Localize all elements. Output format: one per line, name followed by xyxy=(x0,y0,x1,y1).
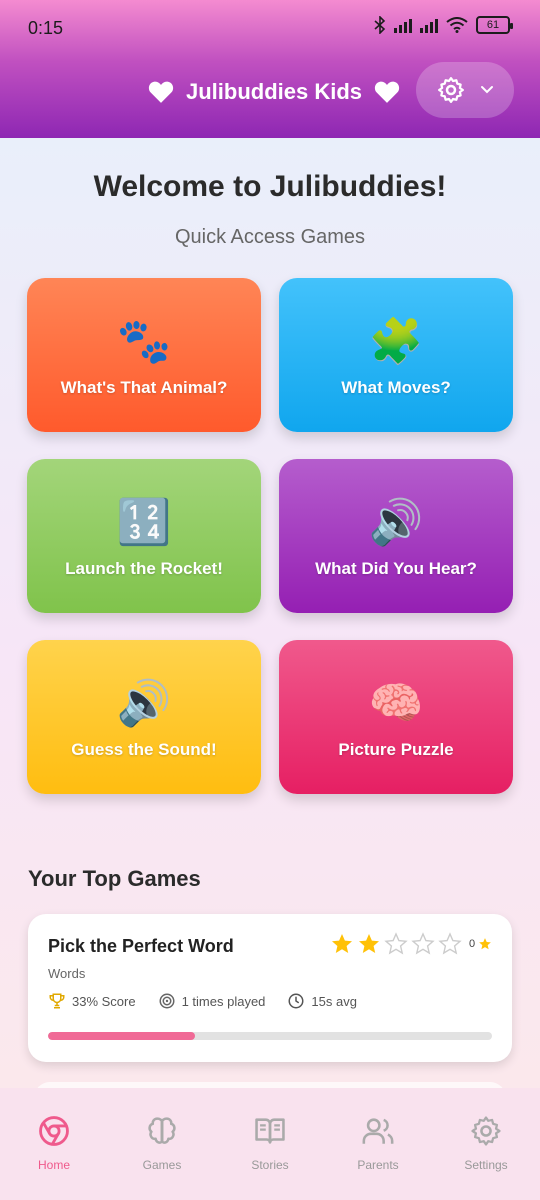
game-tile-label: What Moves? xyxy=(341,378,451,397)
clock-icon xyxy=(288,993,304,1009)
game-progress-fill xyxy=(48,1032,195,1040)
book-icon xyxy=(255,1118,285,1144)
game-name: Pick the Perfect Word xyxy=(48,936,234,956)
target-icon xyxy=(159,993,175,1009)
numbers-icon: 🔢 xyxy=(116,498,172,547)
game-tile-what-did-you-hear[interactable]: 🔊 What Did You Hear? xyxy=(279,459,513,613)
nav-label: Stories xyxy=(251,1158,289,1172)
bluetooth-icon xyxy=(374,16,386,34)
gear-icon xyxy=(471,1116,501,1146)
nav-parents[interactable]: Parents xyxy=(328,1114,428,1200)
speaker-icon: 🔊 xyxy=(116,679,172,728)
nav-games[interactable]: Games xyxy=(112,1114,212,1200)
star-filled-icon xyxy=(332,934,352,953)
star-filled-icon xyxy=(359,934,379,953)
main-content: Welcome to Julibuddies! Quick Access Gam… xyxy=(0,138,540,1102)
brain-icon xyxy=(148,1117,176,1144)
status-time: 0:15 xyxy=(28,18,64,38)
game-tile-whats-that-animal[interactable]: 🐾 What's That Animal? xyxy=(27,278,261,432)
status-icons: 61 xyxy=(374,16,513,34)
game-tile-what-moves[interactable]: 🧩 What Moves? xyxy=(279,278,513,432)
chevron-down-icon xyxy=(481,86,493,94)
nav-label: Settings xyxy=(464,1158,508,1172)
game-tile-label: Guess the Sound! xyxy=(71,740,217,759)
game-tile-guess-the-sound[interactable]: 🔊 Guess the Sound! xyxy=(27,640,261,794)
quick-access-subtitle: Quick Access Games xyxy=(174,226,366,248)
played-text: 1 times played xyxy=(181,993,266,1009)
game-stats: 33% Score 1 times played 15s avg xyxy=(48,992,379,1010)
game-tile-label: Launch the Rocket! xyxy=(65,559,223,578)
app-title: Julibuddies Kids xyxy=(186,79,363,104)
nav-label: Home xyxy=(37,1158,70,1172)
settings-menu-button[interactable] xyxy=(416,62,514,118)
nav-home[interactable]: Home xyxy=(4,1114,104,1200)
game-category: Words xyxy=(48,966,86,981)
star-small-icon xyxy=(479,938,491,950)
nav-settings[interactable]: Settings xyxy=(436,1114,536,1200)
game-tile-label: What Did You Hear? xyxy=(315,559,477,578)
battery-icon: 61 xyxy=(476,16,513,34)
top-game-card[interactable]: Pick the Perfect Word Words 0 33% Score xyxy=(28,914,512,1062)
star-rating: 0 xyxy=(330,932,492,956)
status-bar: 0:15 61 xyxy=(0,0,540,56)
trophy-icon xyxy=(49,993,65,1009)
paw-icon: 🐾 xyxy=(116,317,172,366)
score-text: 33% Score xyxy=(72,993,136,1009)
avg-stat: 15s avg xyxy=(287,992,357,1010)
nav-label: Games xyxy=(142,1158,182,1172)
bottom-nav: Home Games Stories Parents Settings xyxy=(0,1088,540,1200)
brain-icon: 🧠 xyxy=(368,679,424,728)
star-count: 0 xyxy=(469,938,476,950)
top-games-heading: Your Top Games xyxy=(28,866,201,891)
star-empty-icon xyxy=(438,932,462,955)
game-progress-bar xyxy=(48,1032,492,1040)
wifi-icon xyxy=(446,17,468,33)
score-stat: 33% Score xyxy=(48,992,136,1010)
speaker-icon: 🔊 xyxy=(368,498,424,547)
signal-icon-2 xyxy=(420,17,438,33)
avg-text: 15s avg xyxy=(311,993,357,1009)
heart-icon-right xyxy=(374,81,400,103)
game-tile-picture-puzzle[interactable]: 🧠 Picture Puzzle xyxy=(279,640,513,794)
app-header: 0:15 61 Julibuddies Kids xyxy=(0,0,540,138)
welcome-heading: Welcome to Julibuddies! xyxy=(93,170,447,203)
users-icon xyxy=(362,1118,394,1144)
heart-icon xyxy=(148,81,174,103)
home-icon xyxy=(39,1116,69,1146)
nav-label: Parents xyxy=(357,1158,399,1172)
signal-icon xyxy=(394,17,412,33)
game-tile-label: Picture Puzzle xyxy=(338,740,454,759)
puzzle-icon: 🧩 xyxy=(368,317,424,366)
nav-stories[interactable]: Stories xyxy=(220,1114,320,1200)
gear-icon xyxy=(438,77,464,103)
played-stat: 1 times played xyxy=(158,992,266,1010)
star-empty-icon xyxy=(384,932,408,955)
game-tile-label: What's That Animal? xyxy=(60,378,228,397)
game-tile-launch-the-rocket[interactable]: 🔢 Launch the Rocket! xyxy=(27,459,261,613)
star-empty-icon xyxy=(411,932,435,955)
